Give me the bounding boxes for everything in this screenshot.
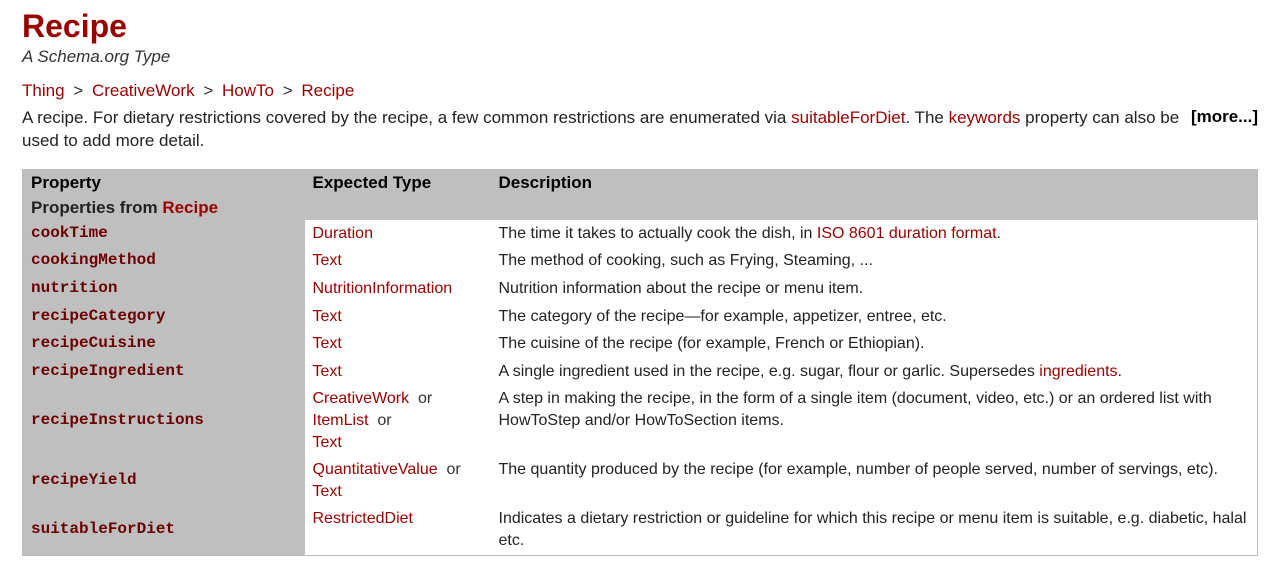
property-type: RestrictedDiet: [305, 505, 491, 555]
breadcrumb-sep: >: [69, 81, 87, 100]
col-description: Description: [491, 169, 1258, 196]
property-description: The method of cooking, such as Frying, S…: [491, 247, 1258, 275]
type-link[interactable]: RestrictedDiet: [313, 510, 413, 527]
property-description: The cuisine of the recipe (for example, …: [491, 330, 1258, 358]
property-type: Text: [305, 303, 491, 331]
property-type: Text: [305, 330, 491, 358]
breadcrumb-sep: >: [199, 81, 217, 100]
type-link[interactable]: NutritionInformation: [313, 280, 453, 297]
breadcrumb-sep: >: [279, 81, 297, 100]
property-description: Nutrition information about the recipe o…: [491, 275, 1258, 303]
type-or: or: [369, 412, 392, 429]
type-link[interactable]: Text: [313, 434, 342, 451]
property-description: A step in making the recipe, in the form…: [491, 385, 1258, 456]
type-link[interactable]: Text: [313, 308, 342, 325]
type-link[interactable]: Text: [313, 483, 342, 500]
type-link[interactable]: Text: [313, 335, 342, 352]
table-row: suitableForDiet RestrictedDiet Indicates a…: [23, 505, 1258, 555]
property-description: A single ingredient used in the recipe, …: [491, 358, 1258, 386]
type-or: or: [409, 390, 432, 407]
type-link[interactable]: CreativeWork: [313, 390, 410, 407]
breadcrumb-recipe[interactable]: Recipe: [301, 81, 354, 100]
property-name[interactable]: nutrition: [23, 275, 305, 303]
page-subtitle: A Schema.org Type: [22, 47, 1258, 67]
desc-text: A recipe. For dietary restrictions cover…: [22, 108, 791, 127]
table-row: recipeIngredient Text A single ingredient …: [23, 358, 1258, 386]
breadcrumb-creativework[interactable]: CreativeWork: [92, 81, 195, 100]
desc-text: .: [997, 225, 1001, 242]
property-name[interactable]: recipeCategory: [23, 303, 305, 331]
property-name[interactable]: recipeCuisine: [23, 330, 305, 358]
table-row: recipeCategory Text The category of the re…: [23, 303, 1258, 331]
desc-link-keywords[interactable]: keywords: [949, 108, 1021, 127]
desc-text: .: [1118, 363, 1122, 380]
type-or: or: [438, 461, 461, 478]
desc-text: Indicates a dietary restriction or guide…: [499, 510, 1247, 549]
desc-link[interactable]: ISO 8601 duration format: [817, 225, 997, 242]
breadcrumb-howto[interactable]: HowTo: [222, 81, 274, 100]
col-expected-type: Expected Type: [305, 169, 491, 196]
type-link[interactable]: ItemList: [313, 412, 369, 429]
type-description: A recipe. For dietary restrictions cover…: [22, 107, 1258, 153]
page-title: Recipe: [22, 8, 1258, 45]
desc-text: The quantity produced by the recipe (for…: [499, 461, 1219, 478]
property-type: CreativeWork orItemList orText: [305, 385, 491, 456]
more-link[interactable]: [more...]: [1191, 107, 1258, 127]
desc-link-suitablefordiet[interactable]: suitableForDiet: [791, 108, 905, 127]
desc-text: The cuisine of the recipe (for example, …: [499, 335, 925, 352]
desc-text: The category of the recipe—for example, …: [499, 308, 947, 325]
desc-text: Nutrition information about the recipe o…: [499, 280, 864, 297]
table-row: cookingMethod Text The method of cooking, …: [23, 247, 1258, 275]
table-row: recipeYield QuantitativeValue or Text The q…: [23, 456, 1258, 505]
property-description: The category of the recipe—for example, …: [491, 303, 1258, 331]
table-row: cookTime Duration The time it takes to act…: [23, 220, 1258, 248]
property-name[interactable]: cookingMethod: [23, 247, 305, 275]
property-name[interactable]: recipeYield: [23, 456, 305, 505]
property-name[interactable]: recipeIngredient: [23, 358, 305, 386]
desc-text: The method of cooking, such as Frying, S…: [499, 252, 873, 269]
property-name[interactable]: recipeInstructions: [23, 385, 305, 456]
desc-text: The time it takes to actually cook the d…: [499, 225, 817, 242]
table-row: recipeInstructionsCreativeWork orItemLis…: [23, 385, 1258, 456]
property-description: The quantity produced by the recipe (for…: [491, 456, 1258, 505]
type-link[interactable]: Text: [313, 363, 342, 380]
property-name[interactable]: suitableForDiet: [23, 505, 305, 555]
desc-link[interactable]: ingredients: [1039, 363, 1117, 380]
property-type: Duration: [305, 220, 491, 248]
type-link[interactable]: Text: [313, 252, 342, 269]
desc-text: A step in making the recipe, in the form…: [499, 390, 1212, 429]
col-property: Property: [23, 169, 305, 196]
breadcrumb-thing[interactable]: Thing: [22, 81, 65, 100]
group-prefix: Properties from: [31, 198, 162, 217]
properties-table: Property Expected Type Description Prope…: [22, 169, 1258, 556]
desc-text: . The: [905, 108, 948, 127]
table-row: nutrition NutritionInformation Nutrition i…: [23, 275, 1258, 303]
group-link-recipe[interactable]: Recipe: [162, 198, 218, 217]
property-description: The time it takes to actually cook the d…: [491, 220, 1258, 248]
property-description: Indicates a dietary restriction or guide…: [491, 505, 1258, 555]
group-header-row: Properties from Recipe: [23, 196, 1258, 220]
desc-text: A single ingredient used in the recipe, …: [499, 363, 1040, 380]
table-row: recipeCuisine Text The cuisine of the reci…: [23, 330, 1258, 358]
property-name[interactable]: cookTime: [23, 220, 305, 248]
property-type: Text: [305, 358, 491, 386]
breadcrumb: Thing > CreativeWork > HowTo > Recipe: [22, 81, 1258, 101]
property-type: Text: [305, 247, 491, 275]
property-type: QuantitativeValue or Text: [305, 456, 491, 505]
type-link[interactable]: QuantitativeValue: [313, 461, 438, 478]
type-link[interactable]: Duration: [313, 225, 373, 242]
property-type: NutritionInformation: [305, 275, 491, 303]
